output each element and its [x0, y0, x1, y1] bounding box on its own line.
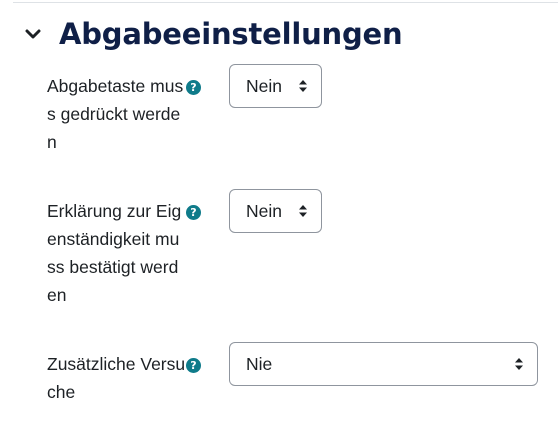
eigenstaendigkeit-select[interactable]: Nein — [229, 189, 322, 233]
sort-icon — [298, 204, 308, 218]
select-value: Nein — [246, 201, 282, 221]
zusaetzliche-versuche-select[interactable]: Nie — [229, 342, 538, 386]
field-label: Erklärung zur Eigenständigkeit muss best… — [47, 201, 182, 305]
chevron-down-icon[interactable] — [22, 23, 44, 45]
question-circle-icon[interactable]: ? — [186, 80, 201, 95]
field-label: Zusätzliche Versuche — [47, 354, 186, 402]
question-circle-icon[interactable]: ? — [186, 358, 201, 373]
abgabetaste-select[interactable]: Nein — [229, 64, 322, 108]
select-value: Nein — [246, 76, 282, 96]
question-circle-icon[interactable]: ? — [186, 205, 201, 220]
field-label: Abgabetaste muss gedrückt werden — [47, 76, 184, 152]
section-title: Abgabeeinstellungen — [59, 17, 403, 51]
sort-icon — [298, 79, 308, 93]
select-value: Nie — [246, 354, 273, 374]
sort-icon — [514, 357, 524, 371]
section-toggle-abgabeeinstellungen[interactable]: Abgabeeinstellungen — [22, 12, 403, 56]
section-divider — [13, 2, 558, 3]
